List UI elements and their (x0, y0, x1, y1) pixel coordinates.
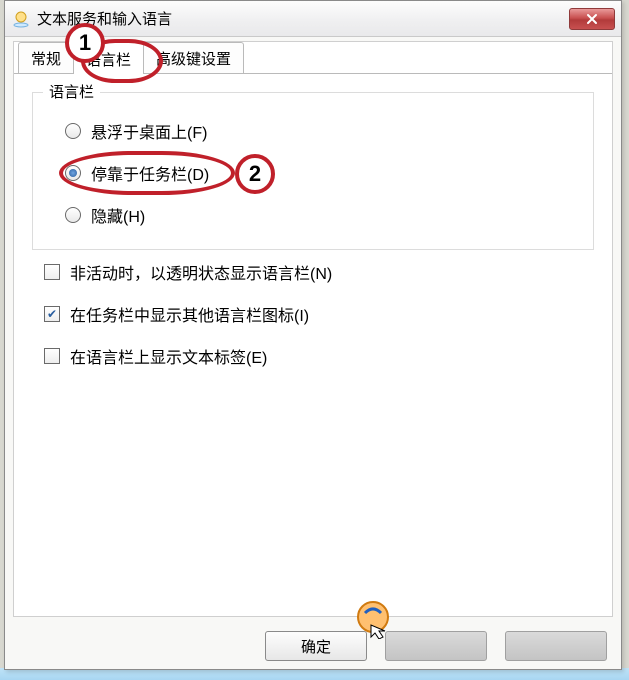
radio-float-row[interactable]: 悬浮于桌面上(F) (65, 119, 575, 143)
tab-general[interactable]: 常规 (18, 42, 74, 73)
checkbox-icon (44, 306, 60, 322)
radio-dock-row[interactable]: 停靠于任务栏(D) (65, 161, 575, 185)
button-label: 确定 (301, 636, 331, 657)
radio-icon (65, 207, 81, 223)
radio-icon (65, 123, 81, 139)
check-extra-icons-row[interactable]: 在任务栏中显示其他语言栏图标(I) (44, 302, 612, 326)
cancel-button[interactable] (385, 631, 487, 661)
app-icon (11, 9, 31, 29)
tab-advanced-keys[interactable]: 高级键设置 (143, 42, 244, 73)
checkbox-icon (44, 264, 60, 280)
apply-button[interactable] (505, 631, 607, 661)
tab-language-bar[interactable]: 语言栏 (73, 42, 144, 74)
check-text-labels-row[interactable]: 在语言栏上显示文本标签(E) (44, 344, 612, 368)
button-row: 确定 (265, 631, 607, 661)
radio-hide-row[interactable]: 隐藏(H) (65, 203, 575, 227)
tab-label: 常规 (31, 51, 61, 68)
checkbox-label: 非活动时，以透明状态显示语言栏(N) (70, 260, 332, 284)
group-legend: 语言栏 (43, 81, 100, 102)
checkbox-icon (44, 348, 60, 364)
tab-label: 高级键设置 (156, 51, 231, 68)
content-area: 常规 语言栏 高级键设置 语言栏 悬浮于桌面上(F) 停靠于任务栏(D) 隐藏(… (13, 41, 613, 617)
dialog-window: 文本服务和输入语言 常规 语言栏 高级键设置 语言栏 悬浮于桌面上(F) 停靠于… (4, 0, 622, 670)
ok-button[interactable]: 确定 (265, 631, 367, 661)
language-bar-group: 语言栏 悬浮于桌面上(F) 停靠于任务栏(D) 隐藏(H) (32, 92, 594, 250)
checkbox-label: 在语言栏上显示文本标签(E) (70, 344, 267, 368)
tab-label: 语言栏 (86, 52, 131, 69)
close-button[interactable] (569, 8, 615, 30)
window-title: 文本服务和输入语言 (37, 8, 172, 29)
radio-label: 隐藏(H) (91, 203, 145, 227)
radio-label: 悬浮于桌面上(F) (91, 119, 207, 143)
radio-icon (65, 165, 81, 181)
check-transparent-row[interactable]: 非活动时，以透明状态显示语言栏(N) (44, 260, 612, 284)
tab-row: 常规 语言栏 高级键设置 (14, 42, 612, 74)
titlebar: 文本服务和输入语言 (5, 1, 621, 37)
checkbox-label: 在任务栏中显示其他语言栏图标(I) (70, 302, 309, 326)
radio-label: 停靠于任务栏(D) (91, 161, 209, 185)
